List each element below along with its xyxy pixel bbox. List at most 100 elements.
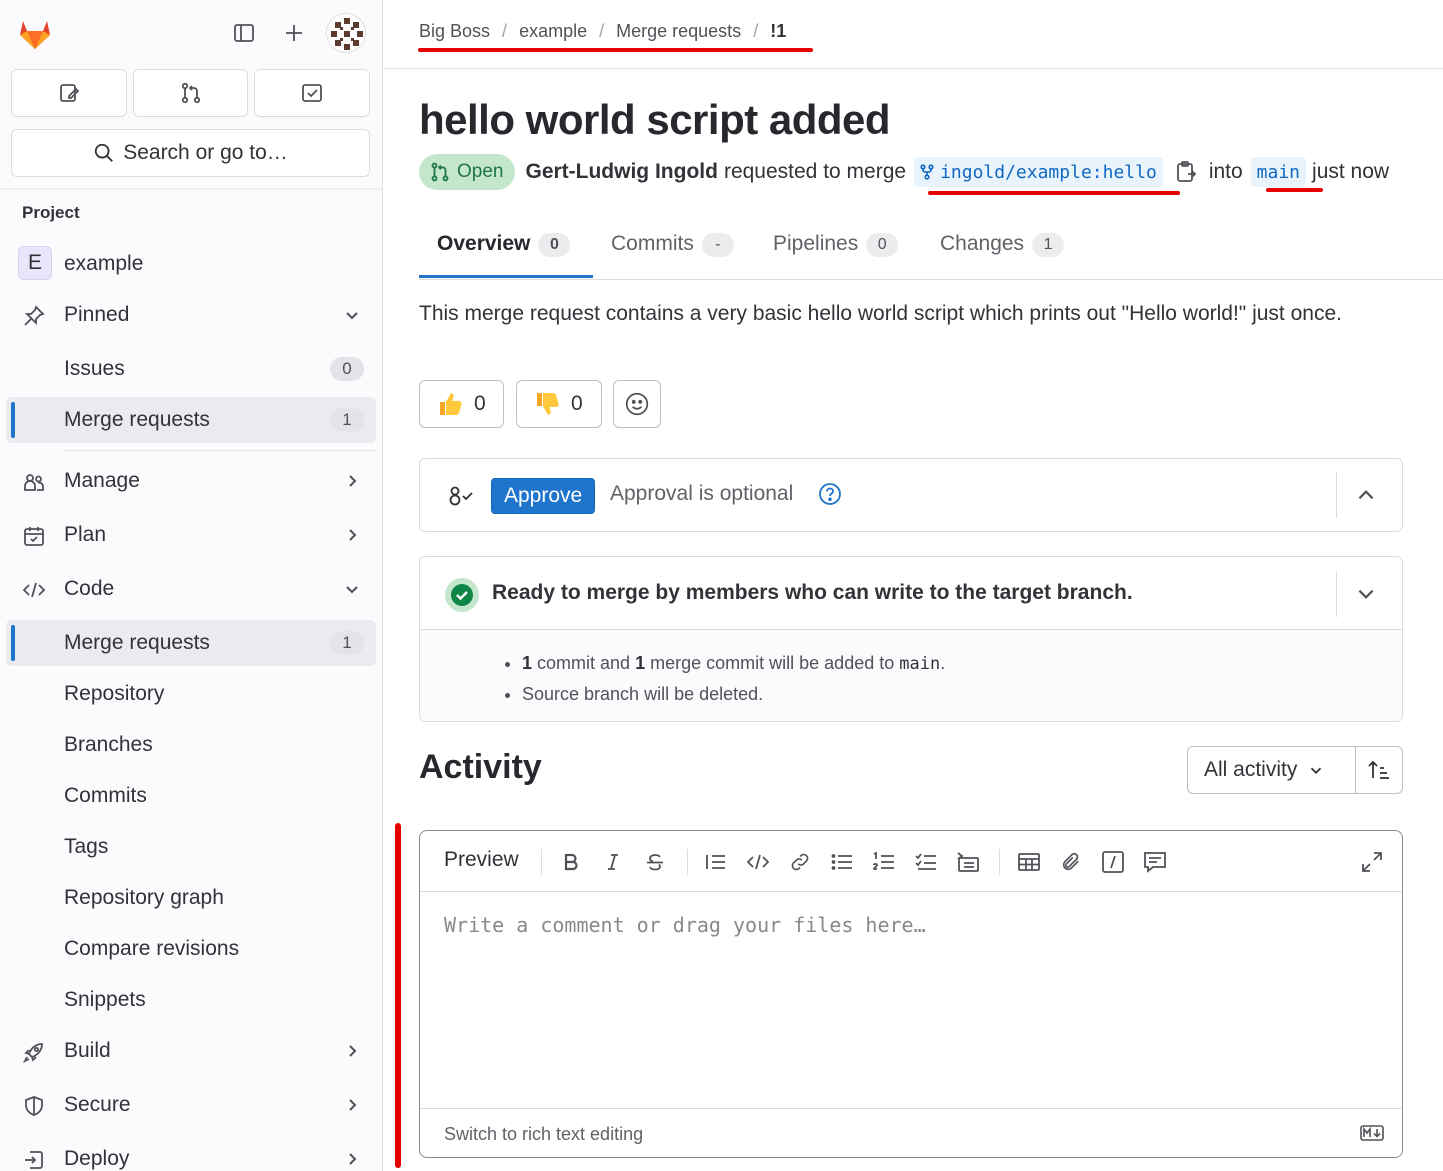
sidebar-item-issues[interactable]: Issues 0 (6, 346, 376, 392)
sidebar-item-deploy[interactable]: Deploy (6, 1136, 376, 1171)
sidebar-item-label: Tags (64, 835, 109, 858)
sidebar-item-secure[interactable]: Secure (6, 1082, 376, 1128)
merge-requests-button[interactable] (132, 69, 249, 117)
strikethrough-icon[interactable] (640, 847, 670, 877)
tab-label: Pipelines (773, 232, 859, 255)
thumbs-down-count: 0 (571, 392, 583, 415)
sidebar-item-compare-revisions[interactable]: Compare revisions (6, 926, 376, 972)
search-button[interactable]: Search or go to… (11, 129, 370, 177)
breadcrumb-item-project[interactable]: example (519, 21, 587, 42)
fullscreen-icon[interactable] (1357, 847, 1387, 877)
tab-pipelines[interactable]: Pipelines 0 (773, 222, 899, 280)
merge-widget-header: Ready to merge by members who can write … (420, 557, 1402, 630)
sidebar-item-branches[interactable]: Branches (6, 722, 376, 768)
chevron-down-icon (342, 305, 362, 325)
page-title: hello world script added (419, 96, 891, 143)
tab-label: Changes (940, 232, 1025, 255)
tab-commits[interactable]: Commits - (611, 222, 734, 280)
sidebar-item-code[interactable]: Code (6, 566, 376, 612)
add-reaction-button[interactable] (613, 380, 661, 428)
sort-order-button[interactable] (1355, 746, 1403, 794)
approve-button[interactable]: Approve (491, 478, 596, 514)
breadcrumb-item-current[interactable]: !1 (770, 21, 786, 42)
commit-count: 1 (522, 653, 533, 673)
link-icon[interactable] (785, 847, 815, 877)
annotation-underline-target-branch (1266, 188, 1323, 192)
activity-filter-dropdown[interactable]: All activity (1187, 746, 1355, 794)
comment-textarea[interactable]: Write a comment or drag your files here… (444, 913, 926, 937)
sidebar-item-label: Commits (64, 784, 147, 807)
target-branch-code: main (899, 654, 941, 674)
sidebar-item-manage[interactable]: Manage (6, 458, 376, 504)
sidebar-item-pinned[interactable]: Pinned (6, 292, 376, 338)
main-content: Big Boss / example / Merge requests / !1… (384, 0, 1443, 1171)
tab-changes[interactable]: Changes 1 (940, 222, 1065, 280)
bold-icon[interactable] (556, 847, 586, 877)
sidebar-item-project[interactable]: E example (6, 241, 376, 287)
breadcrumb-separator: / (599, 21, 605, 41)
source-branch-link[interactable]: ingold/example:hello (914, 157, 1163, 187)
quote-icon[interactable] (701, 847, 731, 877)
mr-meta-line: Open Gert-Ludwig Ingold requested to mer… (419, 154, 1389, 190)
attach-file-icon[interactable] (1056, 847, 1086, 877)
sidebar-item-tags[interactable]: Tags (6, 824, 376, 870)
tab-count-badge: 1 (1032, 233, 1065, 257)
breadcrumb-item-merge-requests[interactable]: Merge requests (616, 21, 741, 42)
help-icon[interactable] (818, 482, 842, 506)
sidebar-item-commits[interactable]: Commits (6, 773, 376, 819)
switch-rich-text-button[interactable]: Switch to rich text editing (444, 1124, 643, 1145)
task-list-icon[interactable] (911, 847, 941, 877)
sidebar-item-label: example (64, 252, 144, 275)
copy-branch-icon[interactable] (1175, 160, 1197, 184)
bulleted-list-icon[interactable] (827, 847, 857, 877)
project-avatar: E (18, 246, 52, 280)
search-label: Search or go to… (123, 141, 288, 164)
assigned-issues-button[interactable] (11, 69, 127, 117)
todo-icon (300, 81, 324, 105)
user-avatar[interactable] (326, 13, 366, 53)
sidebar-item-repository-graph[interactable]: Repository graph (6, 875, 376, 921)
italic-icon[interactable] (598, 847, 628, 877)
thumbs-up-count: 0 (474, 392, 486, 415)
table-icon[interactable] (1014, 847, 1044, 877)
create-new-icon[interactable] (275, 14, 313, 52)
status-badge: Open (419, 154, 516, 190)
check-circle-icon (444, 577, 480, 613)
numbered-list-icon[interactable] (869, 847, 899, 877)
breadcrumb-separator: / (502, 21, 508, 41)
author-name[interactable]: Gert-Ludwig Ingold (525, 160, 717, 184)
comment-template-icon[interactable] (1140, 847, 1170, 877)
annotation-underline-breadcrumb (418, 48, 813, 52)
merge-detail-item: 1 commit and 1 merge commit will be adde… (522, 648, 945, 679)
preview-tab[interactable]: Preview (444, 848, 519, 872)
sidebar-item-label: Code (64, 577, 115, 600)
quick-actions-icon[interactable] (1098, 847, 1128, 877)
chevron-right-icon (342, 471, 362, 491)
thumbs-up-button[interactable]: 0 (419, 380, 504, 428)
breadcrumb-item-group[interactable]: Big Boss (419, 21, 490, 42)
chevron-down-icon[interactable] (1351, 579, 1381, 609)
sidebar-item-build[interactable]: Build (6, 1028, 376, 1074)
markdown-icon (1360, 1125, 1384, 1141)
sidebar-item-plan[interactable]: Plan (6, 512, 376, 558)
shield-icon (21, 1093, 47, 1119)
target-branch-link[interactable]: main (1250, 157, 1307, 187)
mr-tabs: Overview 0 Commits - Pipelines 0 Changes… (419, 222, 1443, 280)
chevron-up-icon[interactable] (1351, 480, 1381, 510)
thumbs-down-button[interactable]: 0 (516, 380, 602, 428)
active-tab-indicator (419, 275, 593, 278)
sidebar-item-label: Merge requests (64, 631, 210, 654)
sidebar-item-snippets[interactable]: Snippets (6, 977, 376, 1023)
sidebar-item-code-merge-requests[interactable]: Merge requests 1 (6, 620, 376, 666)
sidebar-item-repository[interactable]: Repository (6, 671, 376, 717)
collapsible-section-icon[interactable] (953, 847, 983, 877)
gitlab-logo-icon[interactable] (15, 13, 55, 53)
tab-overview[interactable]: Overview 0 (437, 222, 571, 280)
sidebar-item-pinned-merge-requests[interactable]: Merge requests 1 (6, 397, 376, 443)
merge-detail-item: Source branch will be deleted. (522, 679, 945, 709)
toggle-sidebar-icon[interactable] (225, 14, 263, 52)
code-icon[interactable] (743, 847, 773, 877)
sidebar-item-label: Compare revisions (64, 937, 240, 960)
todo-list-button[interactable] (254, 69, 371, 117)
sidebar-header (0, 0, 382, 68)
